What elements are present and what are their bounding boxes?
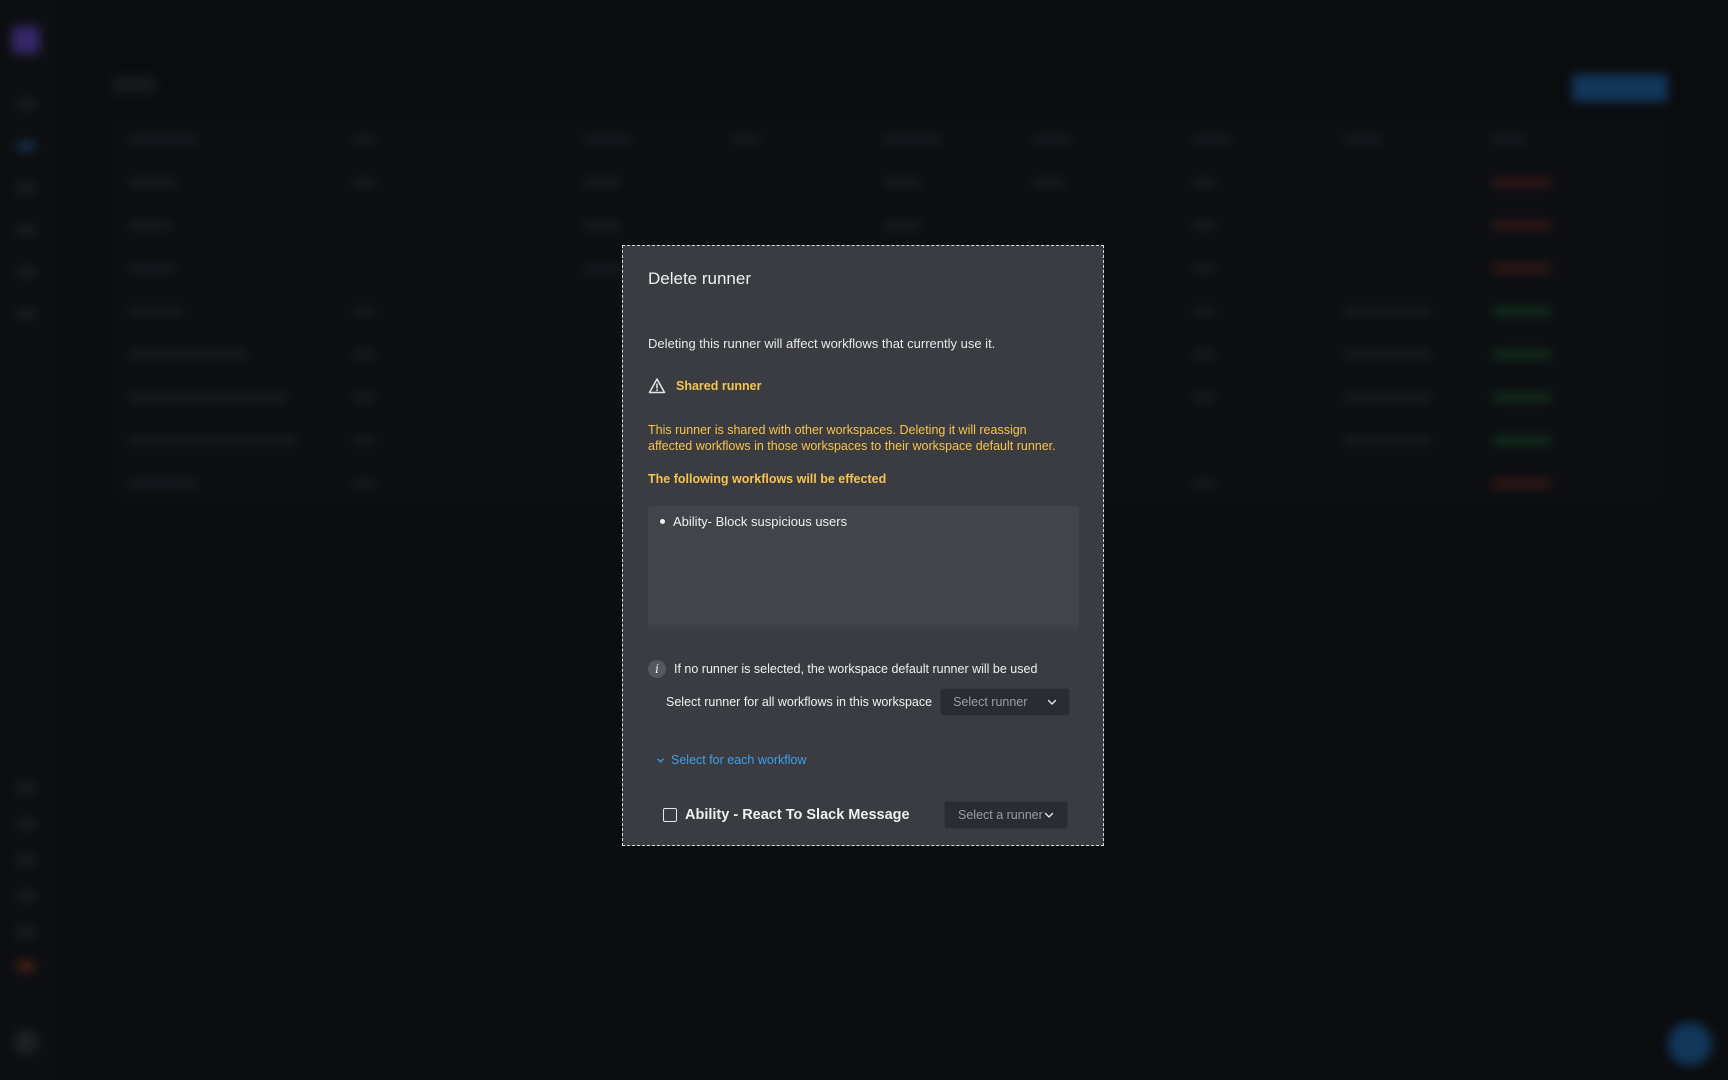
affected-workflows-list[interactable]: Ability- Block suspicious users bbox=[648, 506, 1079, 633]
shared-runner-warning: Shared runner bbox=[648, 377, 761, 395]
toggle-label: Select for each workflow bbox=[671, 753, 807, 767]
select-for-each-workflow-toggle[interactable]: Select for each workflow bbox=[656, 753, 806, 767]
bullet-icon bbox=[660, 519, 665, 524]
dropdown-placeholder: Select runner bbox=[953, 695, 1028, 709]
info-text: If no runner is selected, the workspace … bbox=[674, 662, 1038, 676]
info-note: i If no runner is selected, the workspac… bbox=[648, 660, 1037, 678]
effected-heading: The following workflows will be effected bbox=[648, 472, 887, 486]
dialog-title: Delete runner bbox=[648, 269, 752, 288]
workflow-runner-row: Ability - React To Slack Message Select … bbox=[663, 801, 1068, 829]
workflow-checkbox[interactable] bbox=[663, 808, 677, 822]
chevron-down-icon bbox=[657, 758, 664, 762]
chevron-down-icon bbox=[1047, 699, 1057, 705]
dialog-description: Deleting this runner will affect workflo… bbox=[648, 336, 996, 351]
dropdown-placeholder: Select a runner bbox=[958, 808, 1043, 822]
workflow-row-name: Ability - React To Slack Message bbox=[685, 807, 910, 823]
list-item: Ability- Block suspicious users bbox=[660, 514, 847, 529]
select-runner-dropdown[interactable]: Select runner bbox=[940, 688, 1071, 716]
warning-text: This runner is shared with other workspa… bbox=[648, 423, 1056, 453]
chevron-down-icon bbox=[1044, 812, 1054, 818]
info-icon: i bbox=[648, 660, 666, 678]
scroll-fade bbox=[648, 623, 1079, 633]
select-runner-all-row: Select runner for all workflows in this … bbox=[666, 688, 1071, 716]
warning-triangle-icon bbox=[648, 378, 666, 394]
warning-label: Shared runner bbox=[676, 379, 762, 393]
workflow-row-left: Ability - React To Slack Message bbox=[663, 807, 910, 823]
workflow-name: Ability- Block suspicious users bbox=[673, 514, 848, 529]
delete-runner-dialog: Delete runner Deleting this runner will … bbox=[622, 245, 1104, 846]
workflow-runner-dropdown[interactable]: Select a runner bbox=[944, 801, 1068, 829]
select-runner-all-label: Select runner for all workflows in this … bbox=[666, 695, 933, 709]
